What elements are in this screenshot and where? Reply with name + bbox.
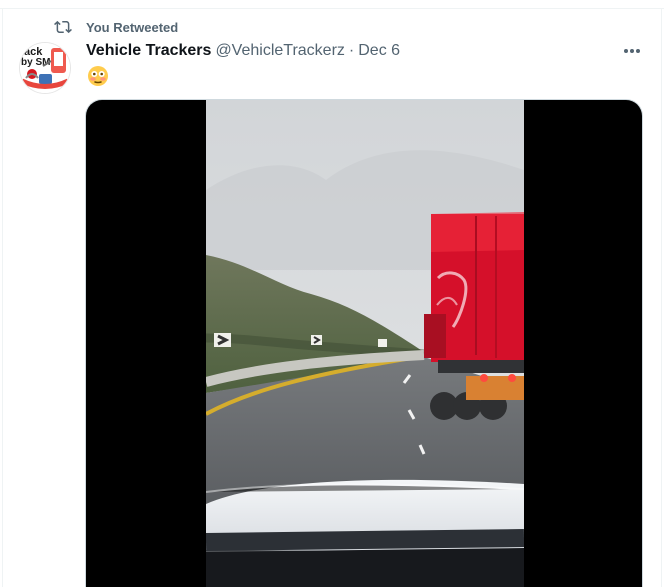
- more-icon[interactable]: [620, 43, 644, 59]
- flushed-face-emoji: [88, 66, 108, 86]
- tweet-card-frame: You Retweeted ack by SMS Vehicle Tracker…: [0, 0, 664, 587]
- left-divider: [2, 8, 3, 587]
- video-media[interactable]: [86, 100, 642, 587]
- author-handle[interactable]: @VehicleTrackerz: [215, 42, 344, 60]
- video-frame[interactable]: [206, 100, 524, 587]
- right-divider: [661, 8, 662, 587]
- avatar-logo-graphic: ack by SMS: [20, 43, 70, 93]
- retweet-icon: [54, 20, 72, 34]
- retweeted-label: You Retweeted: [86, 19, 179, 35]
- avatar[interactable]: ack by SMS: [20, 43, 70, 93]
- social-context[interactable]: You Retweeted: [53, 18, 178, 36]
- author-name[interactable]: Vehicle Trackers: [86, 42, 211, 60]
- date-separator: ·: [348, 42, 355, 59]
- tweet-header: Vehicle Trackers @VehicleTrackerz · Dec …: [86, 40, 400, 62]
- tweet-date[interactable]: Dec 6: [358, 42, 400, 60]
- highway-truck-video-thumbnail: [206, 100, 524, 587]
- top-divider: [0, 8, 664, 9]
